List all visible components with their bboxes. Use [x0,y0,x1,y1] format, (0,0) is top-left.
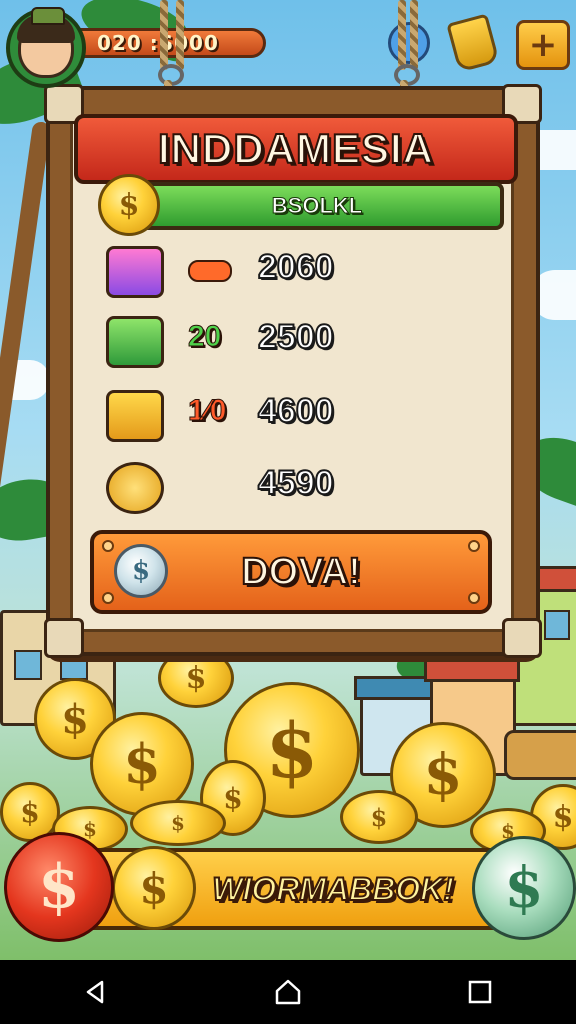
piggy-bank-icon [106,462,164,514]
gift-box-icon [106,246,164,298]
palm-tree [0,120,52,540]
reward-value: 4590 [257,463,335,503]
rivet [102,592,114,604]
back-icon [86,980,104,1004]
home-button[interactable] [264,968,312,1016]
silver-coin-icon: $ [114,544,168,598]
rivet [468,592,480,604]
window [544,610,570,640]
rope [160,0,168,70]
reward-row[interactable]: 4590 [102,458,362,514]
home-icon [275,979,301,1005]
rope [410,0,418,70]
car [504,730,576,780]
rope [398,0,406,70]
dova-label: DOVA! [240,550,362,594]
reward-bonus: 1⁄0 [187,394,227,428]
green-coin-button[interactable]: $ [472,836,576,940]
plus-icon: + [528,25,558,65]
currency-text: 020 :S000 [97,31,219,55]
coin: $ [158,648,234,708]
back-button[interactable] [72,968,120,1016]
cash-stack-icon [106,316,164,368]
recents-button[interactable] [456,968,504,1016]
roof [424,658,520,682]
reward-value: 4600 [257,391,335,431]
currency-counter: 020 :S000 [70,28,266,58]
board-corner [502,618,542,658]
board-corner [44,618,84,658]
coin: $ [130,800,226,846]
reward-row[interactable]: 2060 [102,242,362,298]
gold-coin-button[interactable]: $ [112,846,196,930]
avatar-face [17,7,75,78]
add-currency-button[interactable]: + [516,20,570,70]
reward-value: 2060 [257,247,335,287]
coin: $ [340,790,418,844]
rivet [468,540,480,552]
rope [176,0,184,70]
recents-icon [468,980,492,1004]
reward-value: 2500 [257,317,335,357]
avatar-hat [31,7,65,25]
board-title: INDDAMESIA [157,124,434,173]
candy-icon [188,260,232,282]
title-banner: INDDAMESIA [74,114,518,184]
reward-row[interactable]: 20 2500 [102,312,362,368]
dollar-coin-icon: $ [98,174,160,236]
rivet [102,540,114,552]
system-nav-bar [0,960,576,1024]
dova-button[interactable]: $ DOVA! [90,530,492,614]
bottom-banner-text: WIORMABBOK! [211,870,455,908]
reward-bonus: 20 [187,320,222,354]
progress-bar: BSOLKL [130,182,504,230]
treasure-chest-icon [106,390,164,442]
window [14,650,42,680]
reward-row[interactable]: 1⁄0 4600 [102,386,362,442]
player-avatar[interactable] [6,7,86,88]
mascot-icon [388,22,430,64]
progress-label: BSOLKL [271,193,363,219]
red-coin-button[interactable]: $ [4,832,114,942]
